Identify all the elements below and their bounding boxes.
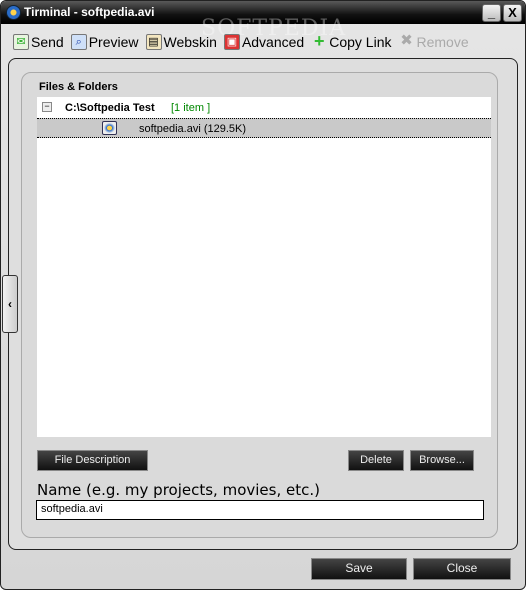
send-button[interactable]: ✉ Send	[13, 34, 64, 50]
name-label: Name (e.g. my projects, movies, etc.)	[37, 481, 320, 499]
send-icon: ✉	[13, 34, 29, 50]
name-input[interactable]: softpedia.avi	[36, 500, 484, 520]
advanced-label: Advanced	[241, 34, 305, 50]
toolbar: ✉ Send ⌕ Preview ▤ Webskin ▣ Advanced + Copy …	[13, 31, 469, 51]
video-file-icon	[102, 121, 117, 135]
collapse-icon[interactable]: −	[42, 102, 52, 112]
title-bar: Tirminal - softpedia.avi SOFTPEDIA _ X	[1, 1, 525, 41]
file-row[interactable]: softpedia.avi (129.5K)	[37, 118, 491, 138]
preview-label: Preview	[88, 34, 139, 50]
send-label: Send	[31, 34, 64, 50]
plus-icon: +	[313, 31, 325, 51]
webskin-icon: ▤	[145, 34, 162, 50]
webskin-label: Webskin	[163, 34, 217, 50]
delete-button[interactable]: Delete	[348, 450, 404, 471]
close-button[interactable]: Close	[413, 558, 511, 580]
file-tree[interactable]: − C:\Softpedia Test [1 item ] softpedia.…	[37, 97, 491, 437]
remove-button[interactable]: ✖ Remove	[398, 32, 469, 50]
tree-root-folder[interactable]: − C:\Softpedia Test [1 item ]	[37, 98, 491, 117]
preview-button[interactable]: ⌕ Preview	[70, 34, 139, 50]
webskin-button[interactable]: ▤ Webskin	[145, 34, 217, 50]
close-window-button[interactable]: X	[503, 4, 522, 22]
remove-icon: ✖	[400, 32, 413, 49]
root-path: C:\Softpedia Test	[65, 102, 155, 114]
preview-icon: ⌕	[70, 34, 87, 50]
copy-link-label: Copy Link	[329, 34, 392, 50]
app-icon	[6, 5, 21, 20]
remove-label: Remove	[416, 34, 469, 50]
save-button[interactable]: Save	[311, 558, 407, 580]
advanced-icon: ▣	[223, 34, 240, 50]
file-description-button[interactable]: File Description	[37, 450, 148, 471]
advanced-button[interactable]: ▣ Advanced	[223, 34, 305, 50]
file-name: softpedia.avi (129.5K)	[139, 123, 247, 135]
window-title: Tirminal - softpedia.avi	[24, 5, 155, 19]
browse-button[interactable]: Browse...	[410, 450, 474, 471]
minimize-button[interactable]: _	[482, 4, 501, 22]
files-folders-label: Files & Folders	[39, 81, 118, 93]
collapse-side-panel-button[interactable]: ‹	[2, 275, 18, 333]
item-count: [1 item ]	[171, 102, 211, 114]
copy-link-button[interactable]: + Copy Link	[311, 31, 392, 51]
